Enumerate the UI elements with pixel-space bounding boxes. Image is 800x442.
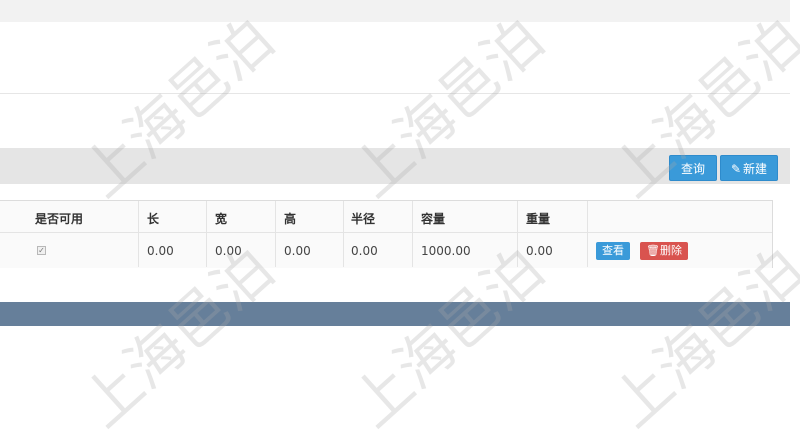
column-divider bbox=[275, 201, 276, 267]
column-divider bbox=[206, 201, 207, 267]
top-band bbox=[0, 0, 790, 22]
header-enabled[interactable]: 是否可用 bbox=[35, 210, 83, 227]
cell-height: 0.00 bbox=[284, 244, 311, 258]
query-button[interactable]: 查询 bbox=[669, 155, 717, 181]
pencil-icon: ✎ bbox=[730, 162, 742, 176]
delete-button[interactable]: 🗑删除 bbox=[640, 242, 688, 260]
cell-width: 0.00 bbox=[215, 244, 242, 258]
header-height[interactable]: 高 bbox=[284, 210, 296, 227]
header-capacity[interactable]: 容量 bbox=[421, 210, 445, 227]
page-edge bbox=[790, 0, 800, 341]
cell-capacity: 1000.00 bbox=[421, 244, 471, 258]
footer-bar bbox=[0, 302, 790, 326]
enabled-checkbox[interactable]: ✓ bbox=[37, 246, 46, 255]
trash-icon: 🗑 bbox=[646, 244, 660, 257]
table-header-row bbox=[0, 201, 772, 233]
cell-weight: 0.00 bbox=[526, 244, 553, 258]
delete-button-label: 删除 bbox=[659, 244, 682, 257]
column-divider bbox=[587, 201, 588, 267]
column-divider bbox=[517, 201, 518, 267]
view-button[interactable]: 查看 bbox=[596, 242, 630, 260]
cell-radius: 0.00 bbox=[351, 244, 378, 258]
new-button-label: 新建 bbox=[743, 162, 768, 176]
column-divider bbox=[138, 201, 139, 267]
divider bbox=[0, 93, 790, 94]
header-length[interactable]: 长 bbox=[147, 210, 159, 227]
column-divider bbox=[412, 201, 413, 267]
cell-length: 0.00 bbox=[147, 244, 174, 258]
column-divider bbox=[343, 201, 344, 267]
header-width[interactable]: 宽 bbox=[215, 210, 227, 227]
header-radius[interactable]: 半径 bbox=[351, 210, 375, 227]
header-weight[interactable]: 重量 bbox=[526, 210, 550, 227]
new-button[interactable]: ✎ 新建 bbox=[720, 155, 778, 181]
